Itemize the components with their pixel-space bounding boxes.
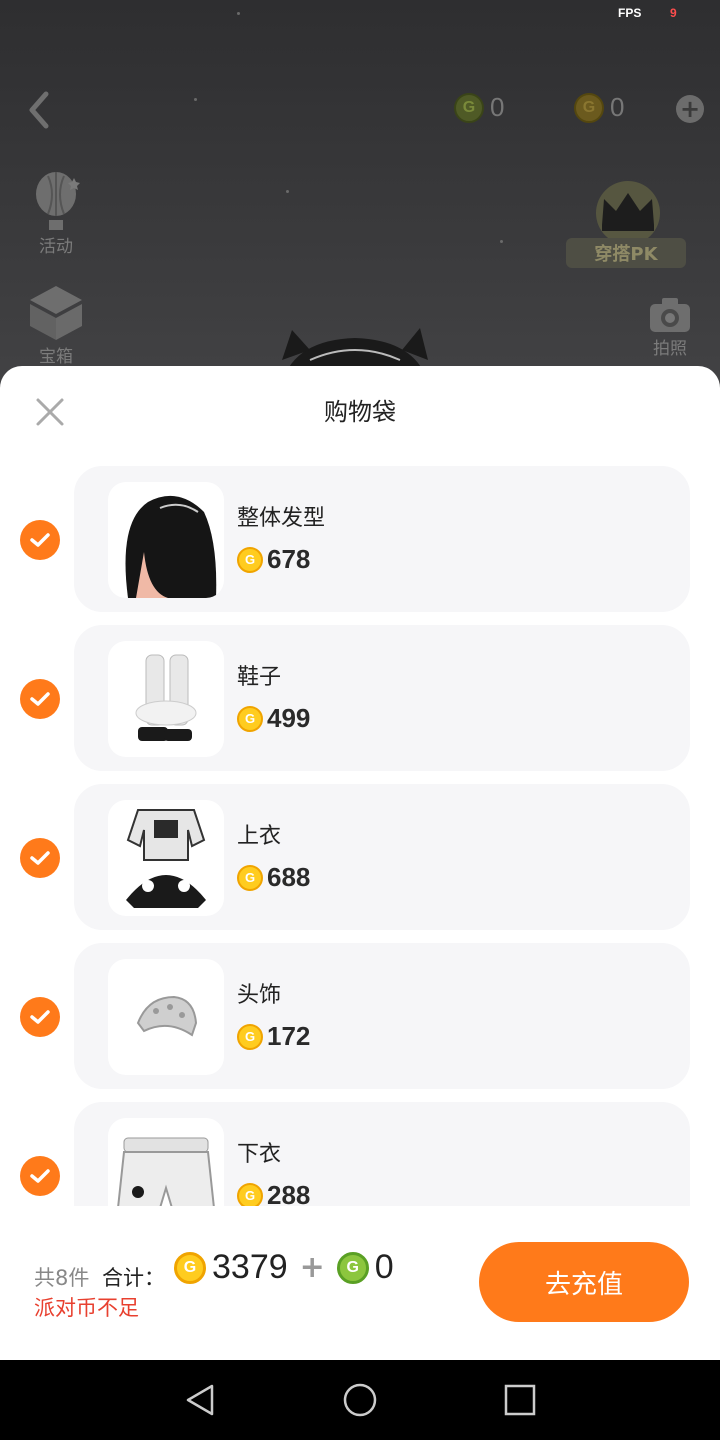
cart-item[interactable]: 下衣 G 288 (0, 1102, 720, 1206)
plus-sign: + (299, 1250, 325, 1285)
gold-total: 3379 (212, 1248, 288, 1286)
item-card[interactable]: 头饰 G 172 (74, 943, 690, 1089)
item-name: 头饰 (237, 983, 282, 1008)
checkmark-icon (30, 533, 50, 547)
star-dot (500, 240, 503, 243)
item-checkbox[interactable] (20, 838, 60, 878)
item-count: 共8件 (34, 1266, 90, 1290)
nav-recents-button[interactable] (500, 1380, 540, 1420)
gold-coin-balance: G 0 (454, 92, 504, 123)
gold-coin-icon: G (237, 864, 263, 891)
item-price: G 172 (237, 1021, 310, 1052)
camera-icon (650, 298, 690, 332)
item-price: G 678 (237, 544, 310, 575)
green-coin-icon: G (336, 1251, 369, 1284)
item-card[interactable]: 下衣 G 288 (74, 1102, 690, 1206)
shoes-image (135, 654, 197, 741)
item-checkbox[interactable] (20, 1156, 60, 1196)
gift-box-icon (30, 286, 82, 340)
triangle-back-icon (186, 1384, 214, 1416)
fps-label: FPS (618, 6, 642, 20)
sheet-title: 购物袋 (324, 398, 396, 426)
item-checkbox[interactable] (20, 520, 60, 560)
green-coin-icon: G (454, 92, 484, 123)
back-button[interactable] (22, 88, 58, 132)
item-thumbnail (108, 1118, 224, 1206)
treasure-button[interactable]: 宝箱 (26, 282, 86, 367)
price-value: 172 (267, 1021, 311, 1051)
checkout-footer: 共8件 合计： G 3379 + G 0 派对币不足 去充值 (0, 1206, 720, 1360)
outfit-pk-label: 穿搭PK (566, 238, 686, 268)
hot-air-balloon-icon (36, 172, 80, 230)
item-thumbnail (108, 482, 224, 598)
gold-coin-icon: G (237, 546, 263, 573)
item-price: G 499 (237, 703, 310, 734)
price-value: 678 (267, 544, 311, 574)
system-nav-bar (0, 1360, 720, 1440)
item-card[interactable]: 整体发型 G 678 (74, 466, 690, 612)
screen: FPS 9 G 0 G 0 + 活动 宝箱 穿搭PK 拍照 购物袋 整体发型 G… (0, 0, 720, 1440)
checkmark-icon (30, 851, 50, 865)
star-dot (286, 190, 289, 193)
star-dot (237, 12, 240, 15)
headwear-image (136, 995, 198, 1037)
item-checkbox[interactable] (20, 679, 60, 719)
total-amount: G 3379 + G 0 (174, 1248, 394, 1287)
item-name: 整体发型 (237, 506, 326, 531)
gold-coin-icon: G (237, 705, 263, 732)
shopping-bag-sheet: 购物袋 整体发型 G 678 鞋子 G 499 上衣 G 688 头饰 G 17… (0, 366, 720, 1360)
gold-coin-icon: G (574, 92, 604, 123)
gold-coin-icon: G (237, 1023, 263, 1050)
gold-coin-icon: G (174, 1251, 206, 1284)
total-label: 合计： (102, 1266, 165, 1290)
checkmark-icon (30, 692, 50, 706)
hairstyle-image (125, 495, 217, 598)
insufficient-warning: 派对币不足 (34, 1296, 139, 1320)
fps-value: 9 (670, 6, 677, 20)
nav-back-button[interactable] (180, 1380, 220, 1420)
price-value: 288 (267, 1180, 311, 1206)
cart-item[interactable]: 上衣 G 688 (0, 784, 720, 930)
party-coin-balance: G 0 (574, 92, 624, 123)
bloomers-image (117, 1137, 215, 1206)
square-recents-icon (504, 1384, 536, 1416)
item-name: 下衣 (237, 1142, 282, 1167)
star-dot (194, 98, 197, 101)
gold-coin-count: 0 (610, 92, 625, 122)
gold-coin-icon: G (237, 1182, 263, 1206)
cart-item-list[interactable]: 整体发型 G 678 鞋子 G 499 上衣 G 688 头饰 G 172 下衣… (0, 466, 720, 1206)
activity-button[interactable]: 活动 (26, 170, 86, 257)
checkmark-icon (30, 1169, 50, 1183)
item-thumbnail (108, 800, 224, 916)
dress-top-image (126, 809, 206, 908)
price-value: 688 (267, 862, 311, 892)
camera-label: 拍照 (653, 339, 687, 359)
checkmark-icon (30, 1010, 50, 1024)
item-card[interactable]: 鞋子 G 499 (74, 625, 690, 771)
green-coin-count: 0 (490, 92, 505, 122)
green-total: 0 (374, 1248, 394, 1286)
camera-button[interactable]: 拍照 (648, 296, 692, 359)
item-thumbnail (108, 641, 224, 757)
add-coins-button[interactable]: + (676, 95, 704, 123)
cart-item[interactable]: 头饰 G 172 (0, 943, 720, 1089)
item-price: G 688 (237, 862, 310, 893)
cart-item[interactable]: 鞋子 G 499 (0, 625, 720, 771)
nav-home-button[interactable] (340, 1380, 380, 1420)
crown-icon (596, 181, 660, 245)
chevron-left-icon (29, 91, 49, 129)
treasure-label: 宝箱 (39, 347, 73, 367)
item-checkbox[interactable] (20, 997, 60, 1037)
item-price: G 288 (237, 1180, 310, 1206)
item-name: 鞋子 (237, 665, 282, 690)
price-value: 499 (267, 703, 311, 733)
item-card[interactable]: 上衣 G 688 (74, 784, 690, 930)
item-thumbnail (108, 959, 224, 1075)
circle-home-icon (343, 1383, 377, 1417)
cart-item[interactable]: 整体发型 G 678 (0, 466, 720, 612)
recharge-button[interactable]: 去充值 (479, 1242, 689, 1322)
item-name: 上衣 (237, 824, 282, 849)
activity-label: 活动 (39, 237, 73, 257)
